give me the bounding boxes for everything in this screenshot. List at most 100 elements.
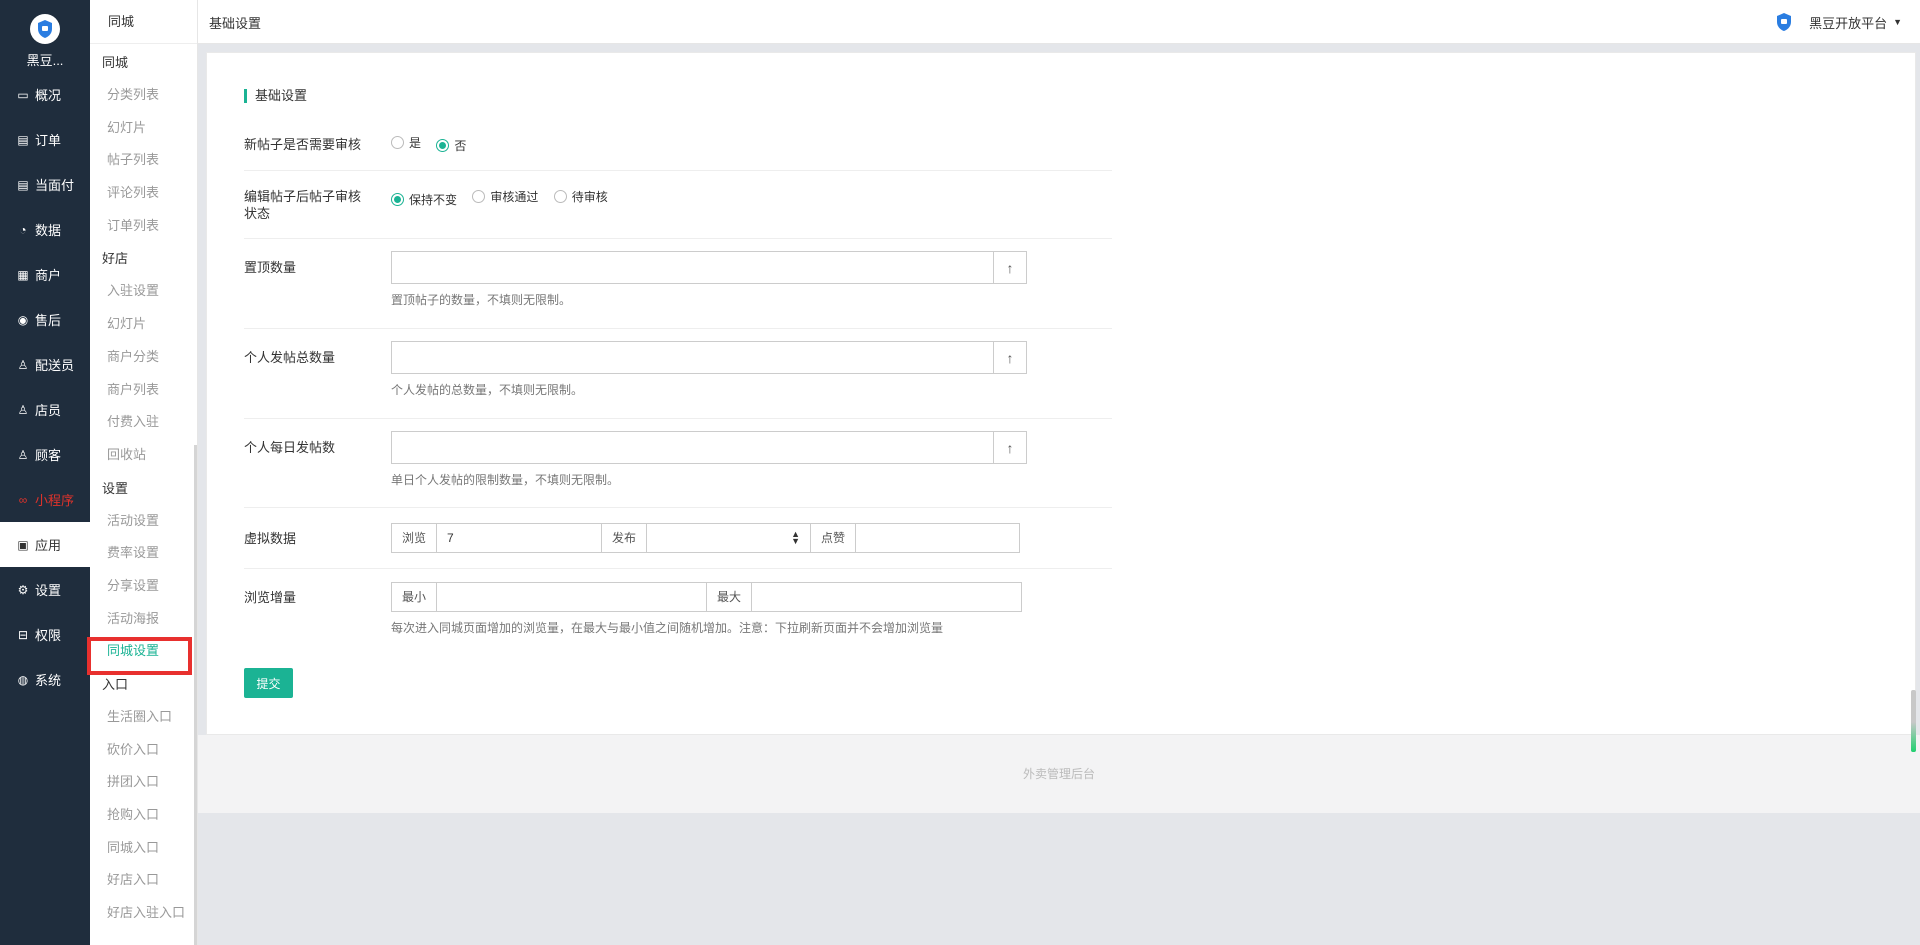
submenu-group-title: 同城 — [102, 55, 129, 70]
submenu-link[interactable]: 活动设置 — [90, 505, 197, 538]
field-label: 虚拟数据 — [244, 531, 297, 546]
submit-button[interactable]: 提交 — [244, 668, 293, 698]
submenu-link[interactable]: 评论列表 — [90, 177, 197, 210]
nav-item-clerk[interactable]: ♙ 店员 — [0, 387, 90, 432]
miniapp-icon: ∞ — [18, 492, 28, 507]
field-label: 个人每日发帖数 — [244, 440, 336, 455]
publish-select[interactable]: ▲ ▼ — [647, 523, 812, 553]
nav-item-merchant[interactable]: ▦ 商户 — [0, 252, 90, 297]
field-label: 新帖子是否需要审核 — [244, 137, 362, 152]
max-input[interactable] — [752, 582, 1023, 612]
nav-item-data[interactable]: ◔ 数据 — [0, 207, 90, 252]
lock-icon: ⊟ — [17, 627, 29, 642]
scroll-thumb[interactable] — [1911, 722, 1916, 752]
radio-dot — [553, 190, 567, 203]
nav-item-settings[interactable]: ⚙ 设置 — [0, 567, 90, 612]
nav-item-facepay[interactable]: ▤ 当面付 — [0, 162, 90, 207]
overview-icon: ▭ — [17, 87, 29, 102]
updown-icon: ▲ ▼ — [791, 529, 801, 546]
radio-dot — [391, 193, 404, 206]
help-text: 个人发帖的总数量，不填则无限制。 — [391, 383, 584, 397]
radio-pending[interactable]: 待审核 — [553, 188, 608, 205]
submenu-link[interactable]: 入驻设置 — [90, 275, 197, 308]
daily-posts-field: ↑ — [391, 431, 1027, 464]
customer-icon: ♙ — [17, 447, 29, 462]
submenu-link[interactable]: 生活圈入口 — [90, 701, 197, 734]
top-count-input[interactable] — [392, 252, 993, 283]
form-row-view-increment: 浏览增量 最小 最大 每次进入同城页面增加的浏览量，在最大与最小值之间随机增加。… — [244, 569, 1112, 639]
breadcrumb: 基础设置 — [209, 16, 262, 31]
radio-dot — [436, 139, 450, 152]
submenu-scrollbar[interactable] — [194, 445, 197, 945]
publish-addon: 发布 — [602, 523, 648, 553]
help-text: 每次进入同城页面增加的浏览量，在最大与最小值之间随机增加。注意：下拉刷新页面并不… — [391, 621, 944, 635]
radio-approved[interactable]: 审核通过 — [472, 188, 538, 205]
likes-addon: 点赞 — [811, 523, 857, 553]
submenu-link[interactable]: 好店入口 — [90, 864, 197, 897]
submenu-link[interactable]: 商户列表 — [90, 374, 197, 407]
nav-item-overview[interactable]: ▭ 概况 — [0, 72, 90, 117]
form-row-review: 新帖子是否需要审核 是 否 — [244, 122, 1112, 171]
submenu-link[interactable]: 订单列表 — [90, 210, 197, 243]
help-text: 置顶帖子的数量，不填则无限制。 — [391, 293, 572, 307]
nav-item-permission[interactable]: ⊟ 权限 — [0, 612, 90, 657]
radio-no[interactable]: 否 — [436, 137, 466, 154]
submenu-link[interactable]: 抢购入口 — [90, 799, 197, 832]
footer-text: 外卖管理后台 — [198, 735, 1920, 813]
submenu-link[interactable]: 幻灯片 — [90, 308, 197, 341]
field-label: 置顶数量 — [244, 260, 297, 275]
submenu-link[interactable]: 分享设置 — [90, 570, 197, 603]
submenu-link[interactable]: 帖子列表 — [90, 144, 197, 177]
submenu-link[interactable]: 好店入驻入口 — [90, 897, 197, 930]
page-scrollbar[interactable] — [1911, 690, 1916, 752]
nav-item-orders[interactable]: ▤ 订单 — [0, 117, 90, 162]
highlight-box — [87, 637, 192, 675]
nav-item-aftersale[interactable]: ◉ 售后 — [0, 297, 90, 342]
submenu-link[interactable]: 回收站 — [90, 439, 197, 472]
views-input[interactable] — [437, 523, 603, 553]
likes-input[interactable] — [856, 523, 1021, 553]
field-label: 个人发帖总数量 — [244, 350, 336, 365]
radio-yes[interactable]: 是 — [391, 134, 421, 151]
pay-icon: ▤ — [17, 177, 29, 192]
nav-item-system[interactable]: ◍ 系统 — [0, 657, 90, 702]
submenu-link[interactable]: 付费入驻 — [90, 406, 197, 439]
nav-item-customer[interactable]: ♙ 顾客 — [0, 432, 90, 477]
nav-item-apps[interactable]: ▣ 应用 — [0, 522, 90, 567]
submenu-link[interactable]: 拼团入口 — [90, 766, 197, 799]
clerk-icon: ♙ — [17, 402, 29, 417]
submenu-link[interactable]: 分类列表 — [90, 79, 197, 112]
form-row-edit-status: 编辑帖子后帖子审核状态 保持不变 审核通过 待审核 — [244, 171, 1112, 239]
form-row-daily-posts: 个人每日发帖数 ↑ 单日个人发帖的限制数量，不填则无限制。 — [244, 419, 1112, 508]
total-posts-input[interactable] — [392, 342, 993, 373]
radio-dot — [391, 136, 404, 149]
nav-item-miniapp[interactable]: ∞ 小程序 — [0, 477, 90, 522]
daily-posts-input[interactable] — [392, 432, 993, 463]
help-text: 单日个人发帖的限制数量，不填则无限制。 — [391, 473, 620, 487]
courier-icon: ♙ — [17, 357, 29, 372]
submenu-group-title: 好店 — [102, 251, 129, 267]
store-icon: ▦ — [17, 267, 29, 282]
submenu-link[interactable]: 砍价入口 — [90, 734, 197, 767]
radio-keep[interactable]: 保持不变 — [391, 191, 457, 208]
submenu-link[interactable]: 费率设置 — [90, 537, 197, 570]
arrow-up-icon[interactable]: ↑ — [993, 342, 1026, 373]
brand-logo[interactable]: 黑豆... — [0, 0, 90, 72]
submenu-link[interactable]: 同城入口 — [90, 832, 197, 865]
min-addon: 最小 — [391, 582, 438, 612]
submenu-link[interactable]: 活动海报 — [90, 603, 197, 636]
submenu-link[interactable]: 商户分类 — [90, 341, 197, 374]
min-input[interactable] — [437, 582, 708, 612]
aftersale-icon: ◉ — [17, 312, 29, 327]
submenu-group-title: 设置 — [102, 480, 129, 496]
arrow-up-icon[interactable]: ↑ — [993, 252, 1026, 283]
arrow-up-icon[interactable]: ↑ — [993, 432, 1026, 463]
order-icon: ▤ — [17, 132, 29, 147]
system-icon: ◍ — [17, 672, 29, 687]
user-menu[interactable]: 黑豆开放平台 ▼ — [1773, 11, 1902, 33]
submenu-link[interactable]: 幻灯片 — [90, 112, 197, 145]
form-row-virtual-data: 虚拟数据 浏览 发布 ▲▼ 点赞 — [244, 508, 1112, 569]
max-addon: 最大 — [707, 582, 753, 612]
section-title: 基础设置 — [244, 89, 307, 103]
nav-item-courier[interactable]: ♙ 配送员 — [0, 342, 90, 387]
